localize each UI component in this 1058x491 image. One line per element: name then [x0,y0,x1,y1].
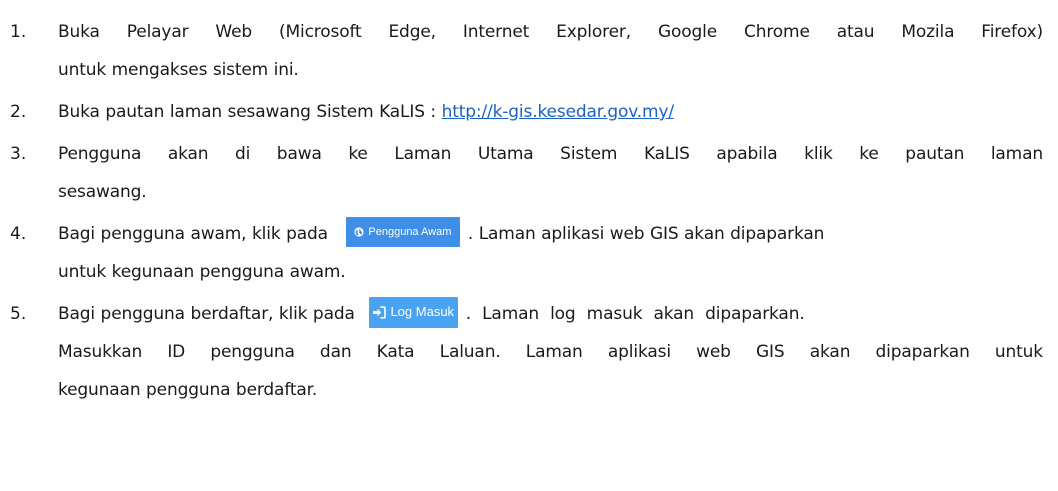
text-line: kegunaan pengguna berdaftar. [58,380,318,400]
sign-in-icon [372,305,387,319]
list-item-4: 4. Bagi pengguna awam, klik pada Pengguna… [0,215,1058,291]
text-line: untuk kegunaan pengguna awam. [58,262,346,282]
list-number: 4. [10,224,27,244]
kalis-url-link[interactable]: http://k-gis.kesedar.gov.my/ [442,102,675,122]
list-number: 2. [10,102,27,122]
text-after-button: . Laman aplikasi web GIS akan dipaparkan [467,224,825,244]
pengguna-awam-label: Pengguna Awam [368,226,452,238]
text-line: Pengguna akan di bawa ke Laman Utama Sis… [58,144,1043,164]
text-after-button: . Laman log masuk akan dipaparkan. [465,304,805,324]
text-line: untuk mengakses sistem ini. [58,60,299,80]
document-page: 1. Buka Pelayar Web (Microsoft Edge, Int… [0,0,1058,491]
list-item-1: 1. Buka Pelayar Web (Microsoft Edge, Int… [0,13,1058,89]
text-line: Masukkan ID pengguna dan Kata Laluan. La… [58,342,1043,362]
pengguna-awam-button[interactable]: Pengguna Awam [345,217,460,247]
list-item-3: 3. Pengguna akan di bawa ke Laman Utama … [0,135,1058,211]
text-line: Buka Pelayar Web (Microsoft Edge, Intern… [58,22,1043,42]
log-masuk-button[interactable]: Log Masuk [368,296,458,328]
list-item-5: 5. Bagi pengguna berdaftar, klik pada Log… [0,295,1058,409]
text-before-button: Bagi pengguna berdaftar, klik pada [58,304,355,324]
text-line: Bagi pengguna awam, klik pada Pengguna Aw… [58,215,1043,253]
list-text: Bagi pengguna awam, klik pada Pengguna Aw… [58,215,1043,291]
log-masuk-label: Log Masuk [390,304,455,319]
list-number: 1. [10,22,27,42]
list-number: 3. [10,144,27,164]
text-line: Bagi pengguna berdaftar, klik pada Log Ma… [58,295,1043,333]
list-item-2: 2. Buka pautan laman sesawang Sistem KaL… [0,93,1058,131]
list-text: Buka Pelayar Web (Microsoft Edge, Intern… [58,13,1043,89]
list-text: Bagi pengguna berdaftar, klik pada Log Ma… [58,295,1043,409]
text-line: sesawang. [58,182,147,202]
list-number: 5. [10,304,27,324]
text-line: Buka pautan laman sesawang Sistem KaLIS … [58,93,1043,131]
globe-icon [354,227,364,237]
list-text: Pengguna akan di bawa ke Laman Utama Sis… [58,135,1043,211]
text-before-button: Bagi pengguna awam, klik pada [58,224,328,244]
text-before-link: Buka pautan laman sesawang Sistem KaLIS … [58,102,442,122]
list-text: Buka pautan laman sesawang Sistem KaLIS … [58,93,1043,131]
